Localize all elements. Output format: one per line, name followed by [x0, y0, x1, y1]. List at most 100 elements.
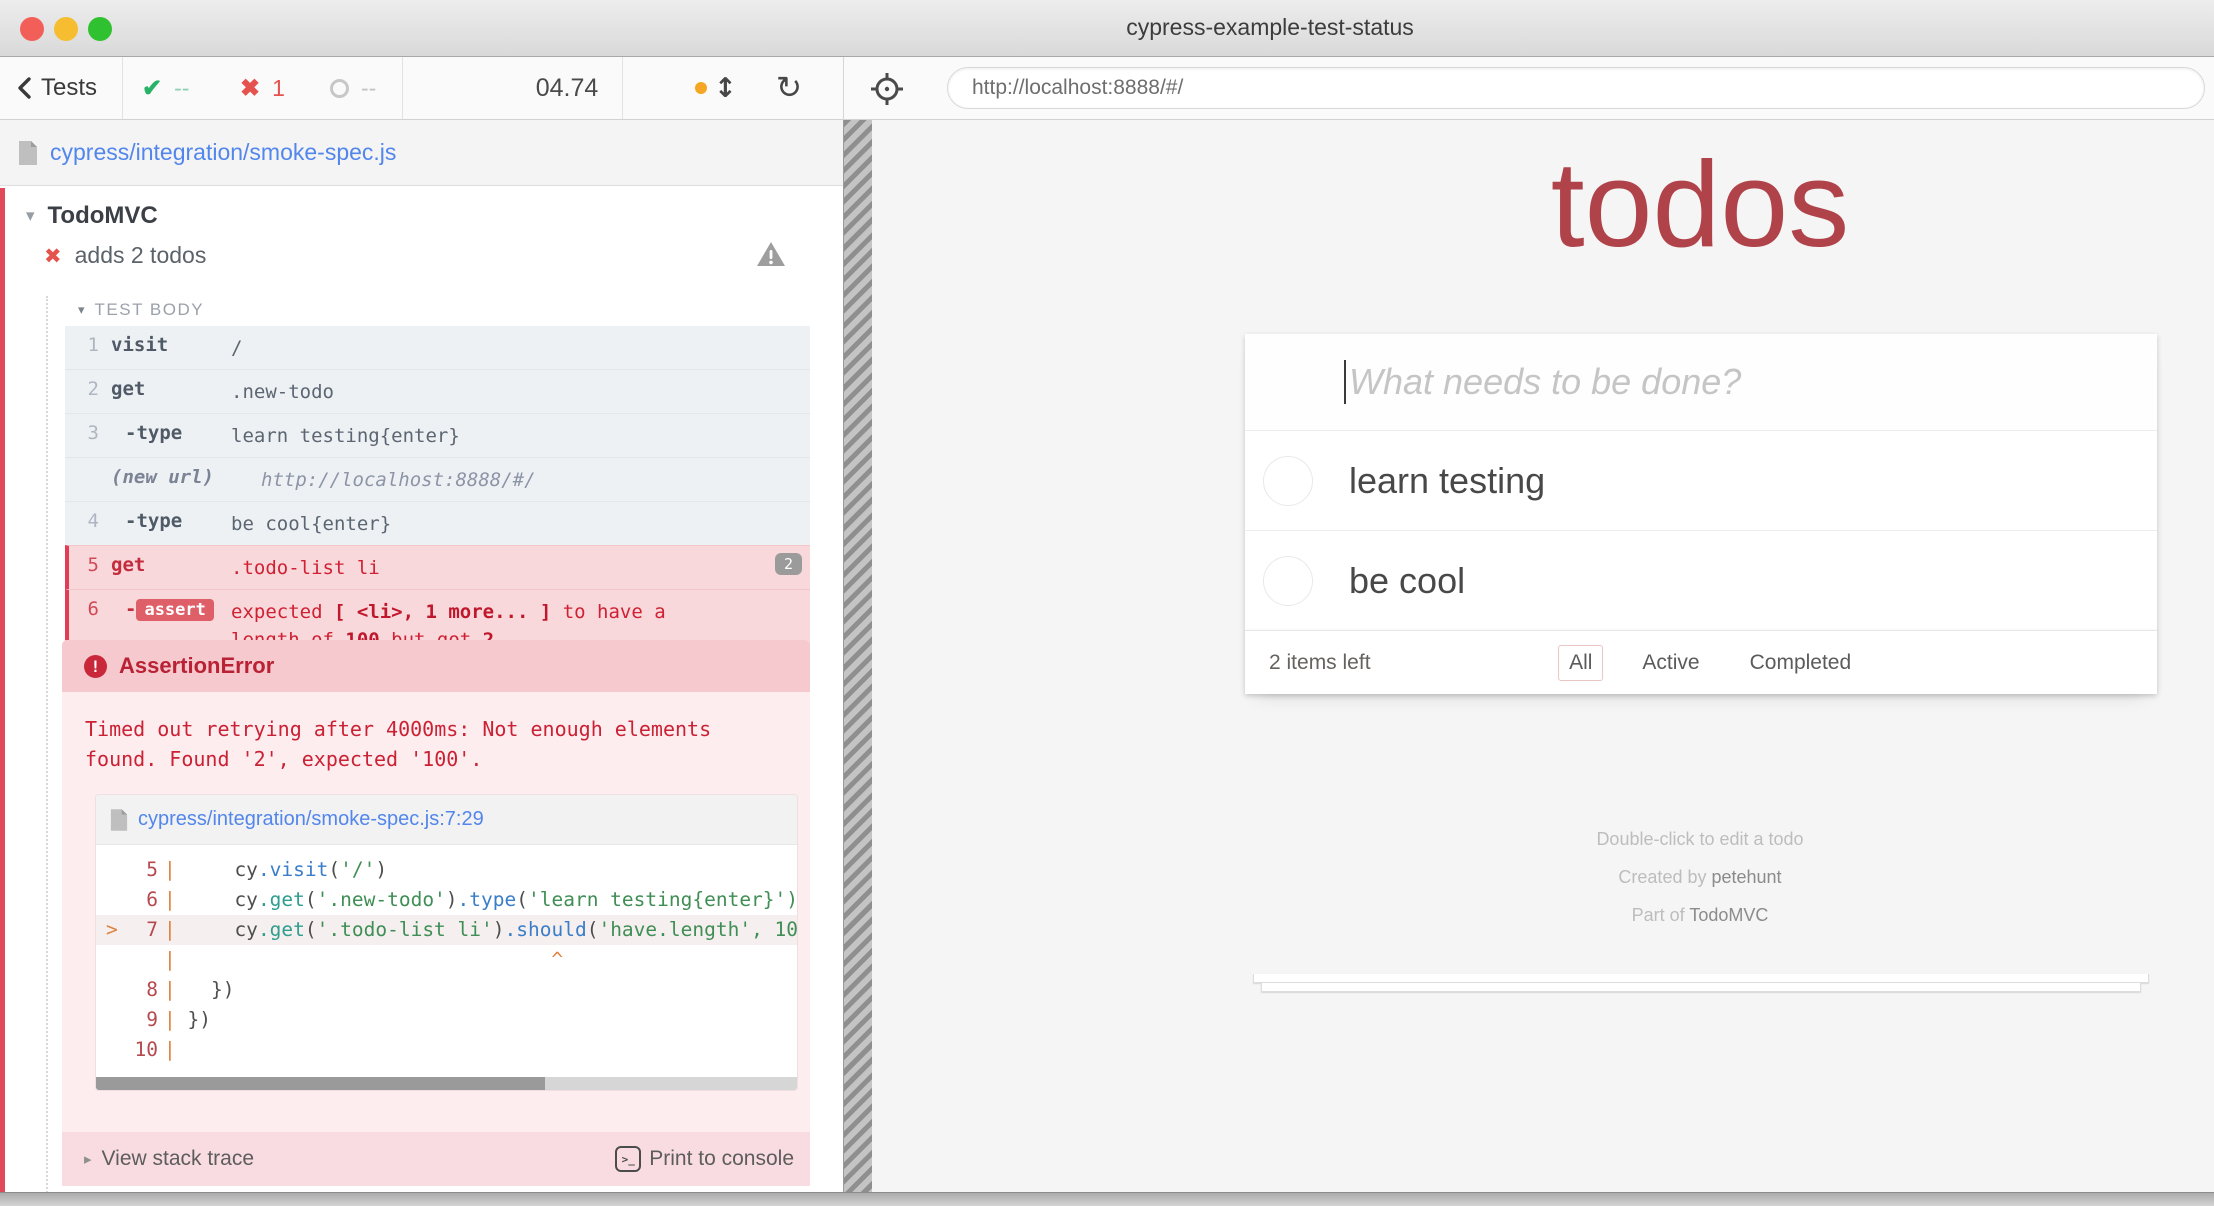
up-down-arrow-icon: ↕: [714, 73, 737, 104]
app-info-footer: Double-click to edit a todo Created by p…: [1596, 820, 1803, 934]
error-code-frame: cypress/integration/smoke-spec.js:7:29 5…: [95, 794, 798, 1091]
command-log: 1 visit / 2 get .new-todo 3 -type learn …: [65, 326, 810, 661]
command-name: -type: [111, 510, 231, 532]
command-message: http://localhost:8888/#/: [261, 466, 731, 494]
pending-count: --: [361, 75, 376, 102]
failed-suite-accent: [0, 188, 5, 1192]
auto-scroll-dot-icon: [695, 82, 707, 94]
close-window-button[interactable]: [20, 17, 44, 41]
test-row-adds-2-todos[interactable]: ✖ adds 2 todos: [44, 242, 814, 269]
passed-count: --: [174, 75, 189, 102]
panel-resizer-handle[interactable]: [843, 120, 872, 1192]
view-stack-trace-toggle[interactable]: ▸ View stack trace: [84, 1147, 254, 1171]
edit-hint: Double-click to edit a todo: [1596, 820, 1803, 858]
stat-passed: ✔ --: [142, 57, 189, 119]
command-number: 4: [65, 510, 111, 532]
todo-item[interactable]: learn testing: [1245, 430, 2157, 530]
test-failed-x-icon: ✖: [44, 244, 62, 268]
command-row[interactable]: 2 get .new-todo: [65, 369, 810, 413]
error-circle-icon: !: [84, 655, 107, 678]
author-link[interactable]: petehunt: [1711, 867, 1781, 887]
code-line-highlighted: >7| cy.get('.todo-list li').should('have…: [96, 915, 797, 945]
error-type: AssertionError: [119, 653, 274, 679]
command-message: learn testing{enter}: [231, 422, 701, 450]
child-command-dash: -: [125, 598, 136, 620]
restart-tests-button[interactable]: ↻: [776, 57, 802, 119]
test-title: adds 2 todos: [75, 242, 207, 269]
code-frame-file-link[interactable]: cypress/integration/smoke-spec.js:7:29: [138, 808, 484, 831]
command-name: get: [111, 378, 231, 400]
command-name: get: [111, 554, 231, 576]
minimize-window-button[interactable]: [54, 17, 78, 41]
toolbar-divider: [622, 57, 623, 119]
todo-checkbox-circle[interactable]: [1263, 456, 1313, 506]
spec-header: cypress/integration/smoke-spec.js: [0, 120, 843, 186]
command-row[interactable]: 3 -type learn testing{enter}: [65, 413, 810, 457]
command-row[interactable]: 1 visit /: [65, 326, 810, 369]
check-icon: ✔: [142, 74, 162, 103]
file-icon: [18, 140, 38, 166]
created-by-line: Created by petehunt: [1596, 858, 1803, 896]
assert-badge: assert: [136, 599, 213, 621]
cypress-runner-window: cypress-example-test-status Tests ✔ -- ✖…: [0, 0, 2214, 1206]
back-to-tests-label: Tests: [41, 74, 97, 102]
code-line: 5| cy.visit('/'): [96, 855, 797, 885]
filter-completed[interactable]: Completed: [1739, 645, 1863, 681]
test-error-region: ! AssertionError Timed out retrying afte…: [62, 640, 810, 1186]
command-number: 3: [65, 422, 111, 444]
command-message: .new-todo: [231, 378, 701, 406]
toolbar-divider: [843, 57, 844, 120]
code-line-caret: | ^: [96, 945, 797, 975]
command-row-new-url[interactable]: (new url) http://localhost:8888/#/: [65, 457, 810, 501]
todomvc-link[interactable]: TodoMVC: [1689, 905, 1768, 925]
failed-count: 1: [272, 75, 285, 102]
command-row-failed[interactable]: 5 get .todo-list li 2: [65, 545, 810, 589]
command-number: 5: [69, 554, 111, 576]
todo-checkbox-circle[interactable]: [1263, 556, 1313, 606]
error-message: Timed out retrying after 4000ms: Not eno…: [62, 692, 810, 774]
suite-row-todomvc[interactable]: ▾ TodoMVC: [26, 202, 158, 230]
new-todo-input[interactable]: [1245, 334, 2157, 430]
filter-active[interactable]: Active: [1631, 645, 1710, 681]
aut-url-input[interactable]: [947, 67, 2205, 109]
code-horizontal-scrollbar[interactable]: [96, 1077, 797, 1090]
titlebar: cypress-example-test-status: [0, 0, 2214, 57]
code-line: 9| }): [96, 1005, 797, 1035]
reporter-panel: cypress/integration/smoke-spec.js ▾ Todo…: [0, 120, 843, 1192]
test-duration: 04.74: [512, 57, 622, 119]
command-message: /: [231, 334, 701, 362]
warning-triangle-icon: [756, 240, 786, 273]
back-to-tests-button[interactable]: Tests: [16, 57, 97, 119]
items-left-count: 2 items left: [1269, 651, 1371, 675]
todo-app-footer: 2 items left All Active Completed: [1245, 630, 2157, 694]
refresh-icon: ↻: [776, 70, 802, 106]
zoom-window-button[interactable]: [88, 17, 112, 41]
chevron-down-icon: ▾: [26, 206, 35, 226]
circle-icon: [330, 79, 349, 98]
code-line: 10|: [96, 1035, 797, 1065]
command-message: be cool{enter}: [231, 510, 701, 538]
test-body-toggle[interactable]: ▾ TEST BODY: [78, 300, 204, 320]
window-title: cypress-example-test-status: [1126, 14, 1414, 41]
filter-all[interactable]: All: [1558, 645, 1603, 681]
print-to-console-label: Print to console: [649, 1147, 794, 1171]
todo-label[interactable]: be cool: [1349, 560, 1465, 602]
todo-app-card: learn testing be cool 2 items left All A…: [1245, 334, 2157, 694]
command-name: (new url): [111, 466, 261, 488]
print-to-console-button[interactable]: >_ Print to console: [615, 1146, 794, 1172]
code-line: 6| cy.get('.new-todo').type('learn testi…: [96, 885, 797, 915]
todo-item[interactable]: be cool: [1245, 530, 2157, 630]
spec-file-link[interactable]: cypress/integration/smoke-spec.js: [50, 139, 396, 166]
todo-label[interactable]: learn testing: [1349, 460, 1545, 502]
selector-playground-button[interactable]: [869, 71, 905, 112]
suite-title: TodoMVC: [48, 202, 158, 230]
command-row[interactable]: 4 -type be cool{enter}: [65, 501, 810, 545]
filter-bar: All Active Completed: [1558, 631, 1862, 695]
chevron-left-icon: [16, 76, 32, 100]
auto-scroll-toggle[interactable]: ↕: [695, 57, 737, 119]
error-header: ! AssertionError: [62, 640, 810, 692]
chevron-down-icon: ▾: [78, 303, 85, 318]
window-bottom-edge: [0, 1192, 2214, 1206]
card-stack-layer: [1253, 974, 2149, 983]
scrollbar-thumb[interactable]: [96, 1077, 545, 1090]
